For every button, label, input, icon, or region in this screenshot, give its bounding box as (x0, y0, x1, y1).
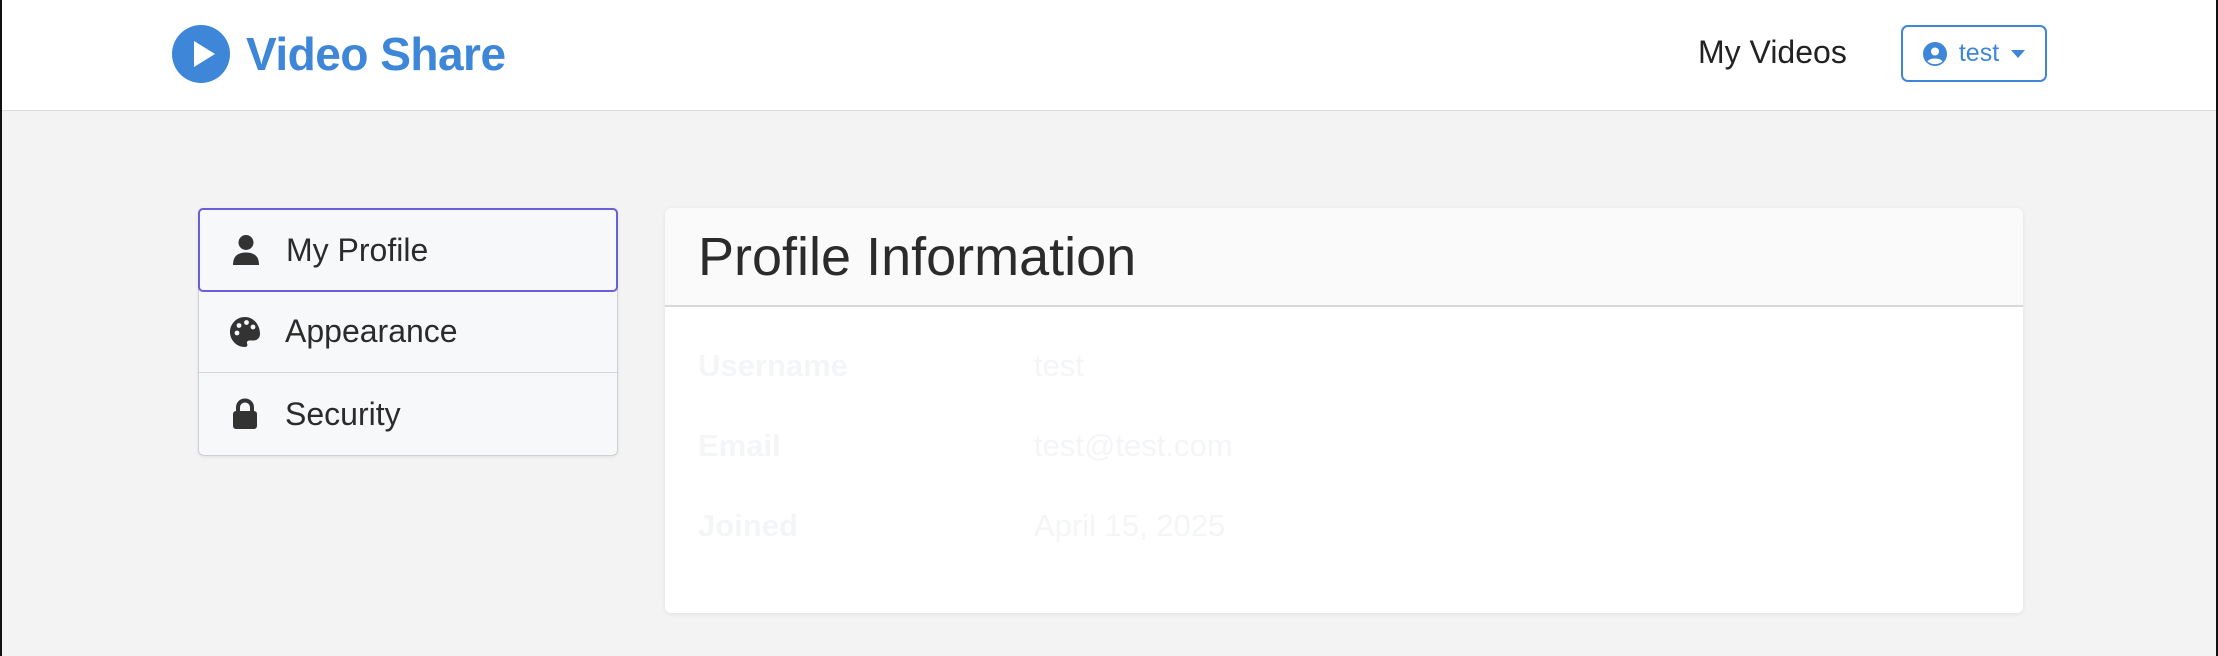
lock-icon (233, 398, 257, 429)
field-value: April 15, 2025 (1034, 508, 1226, 543)
field-label: Username (698, 348, 848, 383)
user-menu-label: test (1958, 39, 2000, 67)
field-label: Email (698, 428, 781, 463)
field-label: Joined (698, 508, 798, 543)
brand-name: Video Share (246, 28, 506, 80)
profile-row-joined: Joined April 15, 2025 (698, 506, 1225, 546)
card-header: Profile Information (665, 208, 2023, 307)
brand-link[interactable]: Video Share (172, 23, 506, 85)
sidebar-item-appearance[interactable]: Appearance (199, 291, 617, 373)
sidebar-item-label: Security (285, 395, 401, 432)
play-circle-icon (172, 25, 230, 83)
sidebar-item-label: Appearance (285, 313, 458, 349)
sidebar-item-label: My Profile (286, 231, 429, 268)
profile-row-username: Username test (698, 346, 1084, 386)
top-navbar: Video Share My Videos test (2, 0, 2216, 111)
nav-link-my-videos[interactable]: My Videos (1698, 34, 1847, 71)
user-circle-icon (1922, 41, 1947, 66)
sidebar-item-my-profile[interactable]: My Profile (198, 208, 618, 292)
field-value: test (1034, 348, 1084, 383)
field-value: test@test.com (1034, 428, 1233, 463)
profile-row-email: Email test@test.com (698, 426, 1233, 466)
settings-sidebar: My Profile Appearance Security (198, 208, 618, 456)
palette-icon (230, 316, 260, 347)
profile-information-card: Profile Information Username test Email … (665, 208, 2023, 613)
page-title: Profile Information (698, 226, 1137, 287)
sidebar-item-security[interactable]: Security (199, 373, 617, 455)
user-menu-button[interactable]: test (1901, 25, 2047, 82)
user-icon (233, 235, 259, 265)
caret-down-icon (2011, 49, 2026, 58)
